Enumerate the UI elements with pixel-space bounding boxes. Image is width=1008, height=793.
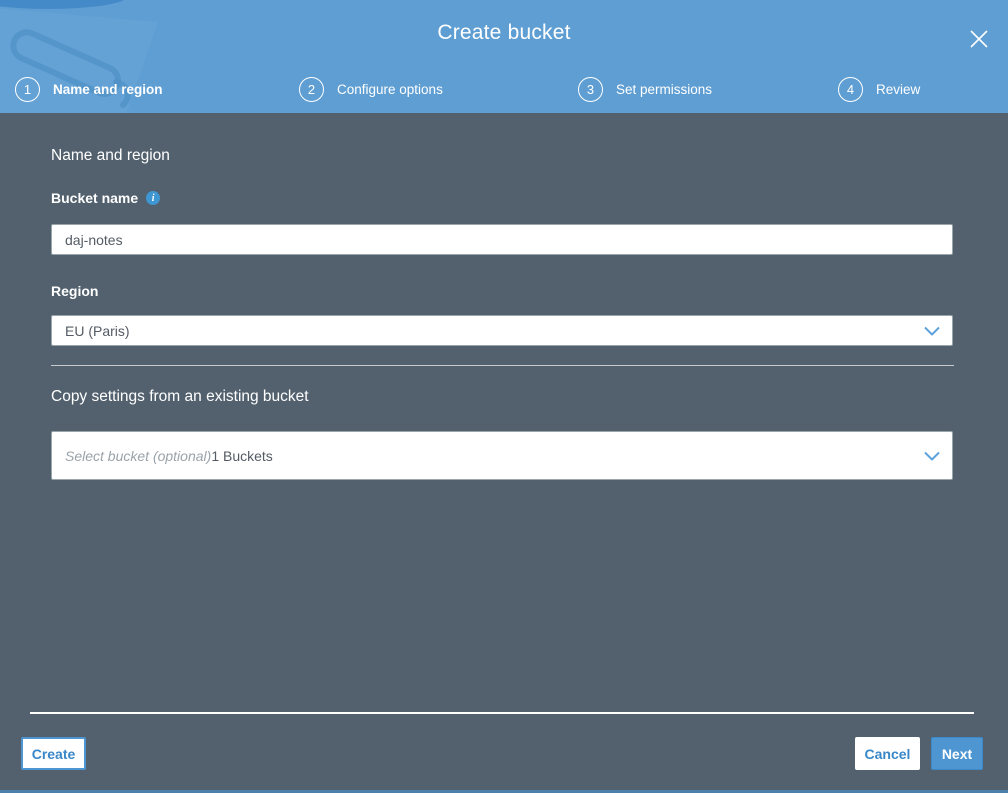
- modal-title: Create bucket: [437, 21, 571, 44]
- copy-settings-bucket-count: 1 Buckets: [211, 447, 273, 464]
- step-configure-options[interactable]: 2 Configure options: [299, 76, 443, 102]
- next-button[interactable]: Next: [931, 737, 983, 770]
- step-2-label: Configure options: [337, 81, 443, 97]
- step-1-circle: 1: [15, 76, 40, 102]
- bucket-name-label-text: Bucket name: [51, 190, 139, 206]
- copy-settings-select[interactable]: Select bucket (optional) 1 Buckets: [51, 431, 953, 480]
- step-review[interactable]: 4 Review: [838, 76, 920, 102]
- create-bucket-modal: Create bucket 1 Name and region 2 Config…: [0, 0, 1008, 793]
- step-4-circle: 4: [838, 76, 863, 102]
- step-set-permissions[interactable]: 3 Set permissions: [578, 76, 712, 102]
- info-icon[interactable]: i: [146, 191, 161, 205]
- section-heading-name-region: Name and region: [51, 147, 170, 164]
- chevron-down-icon: [924, 326, 940, 335]
- region-selected-value: EU (Paris): [65, 322, 130, 339]
- step-3-circle: 3: [578, 76, 603, 102]
- region-label: Region: [51, 283, 98, 299]
- region-select[interactable]: EU (Paris): [51, 315, 953, 346]
- copy-settings-placeholder: Select bucket (optional): [65, 447, 212, 464]
- step-4-label: Review: [876, 81, 921, 97]
- copy-settings-heading: Copy settings from an existing bucket: [51, 388, 309, 405]
- step-name-and-region[interactable]: 1 Name and region: [15, 76, 163, 102]
- footer-divider: [30, 712, 974, 714]
- close-icon[interactable]: [966, 26, 992, 52]
- create-button[interactable]: Create: [21, 737, 86, 770]
- bucket-name-label: Bucket name i: [51, 190, 161, 206]
- section-divider: [51, 365, 954, 366]
- cancel-button[interactable]: Cancel: [855, 737, 920, 770]
- bucket-name-input[interactable]: [51, 224, 953, 255]
- step-2-circle: 2: [299, 76, 324, 102]
- modal-header: Create bucket 1 Name and region 2 Config…: [0, 0, 1008, 113]
- step-3-label: Set permissions: [616, 81, 713, 97]
- chevron-down-icon: [924, 451, 940, 460]
- step-1-label: Name and region: [53, 81, 163, 97]
- region-label-text: Region: [51, 283, 99, 299]
